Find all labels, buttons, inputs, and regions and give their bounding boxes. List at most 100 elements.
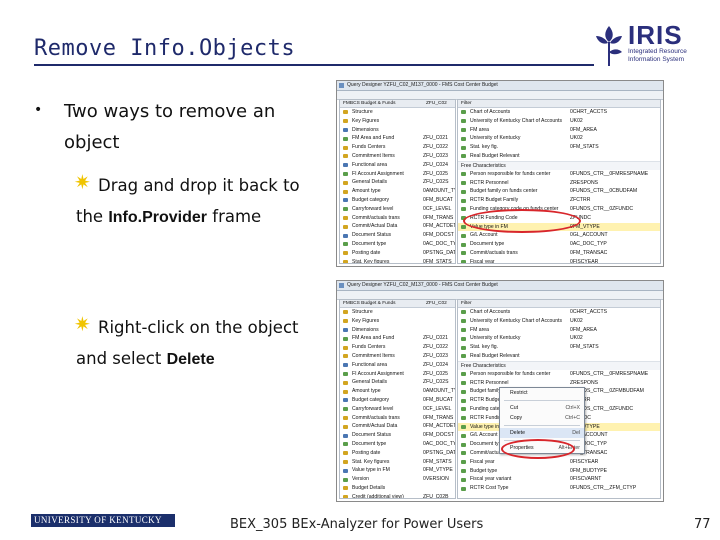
- characteristic-icon: [461, 198, 466, 203]
- menu-item-label: Restrict: [510, 390, 528, 396]
- sub-bullet-drag: ✷ Drag and drop it back to the Info.Prov…: [74, 170, 316, 233]
- tree-item[interactable]: FI Account Assignment ZFU_C025: [340, 370, 455, 379]
- tree-item[interactable]: Dimensions: [340, 326, 455, 335]
- tree-item[interactable]: Carryforward level 0CF_LEVEL: [340, 205, 455, 214]
- filter-item[interactable]: FM area 0FM_AREA: [458, 126, 660, 135]
- tree-item[interactable]: Version 0VERSION: [340, 475, 455, 484]
- characteristic-icon: [461, 136, 466, 141]
- tree-item[interactable]: FM Area and Fund ZFU_C021: [340, 334, 455, 343]
- tree-item[interactable]: Amount type 0AMOUNT_TYPE: [340, 387, 455, 396]
- item-technical-name: ZFU_C02S: [423, 379, 449, 386]
- tree-item[interactable]: Document type 0AC_DOC_TYP: [340, 240, 455, 249]
- tree-item[interactable]: Credit (additional view) ZFU_C02B: [340, 493, 455, 498]
- filter-item[interactable]: Document type 0AC_DOC_TYP: [458, 240, 660, 249]
- item-label: RCTR Budget Family: [470, 197, 519, 204]
- item-label: Carryforward level: [352, 205, 394, 212]
- item-label: Budget category: [352, 396, 390, 403]
- tree-item[interactable]: FI Account Assignment ZFU_C025: [340, 170, 455, 179]
- characteristic-icon: [461, 260, 466, 263]
- filter-item[interactable]: Stat. key fig. 0FM_STATS: [458, 143, 660, 152]
- filter-item[interactable]: Real Budget Relevant: [458, 352, 660, 361]
- infoprovider-pane[interactable]: FMBCS Budget & Funds ZFU_C02 Structure Key…: [339, 299, 456, 499]
- tree-item[interactable]: Amount type 0AMOUNT_TYPE: [340, 187, 455, 196]
- item-label: Posting date: [352, 449, 381, 456]
- tree-item[interactable]: Functional area ZFU_C024: [340, 161, 455, 170]
- tree-item[interactable]: General Details ZFU_C02S: [340, 378, 455, 387]
- menu-item-copy[interactable]: Copy Ctrl+C: [500, 413, 584, 423]
- infoprovider-header: FMBCS Budget & Funds: [343, 301, 396, 306]
- filter-item[interactable]: G/L Account 0GL_ACCOUNT: [458, 231, 660, 240]
- tree-item[interactable]: Document type 0AC_DOC_TYP: [340, 440, 455, 449]
- footer-course: BEX_305 BEx-Analyzer for Power Users: [230, 517, 484, 532]
- item-label: Key Figures: [352, 317, 380, 324]
- filter-item[interactable]: Person responsible for funds center 0FUND…: [458, 170, 660, 179]
- characteristic-icon: [461, 154, 466, 159]
- tree-item[interactable]: Key Figures: [340, 317, 455, 326]
- tree-item[interactable]: Key Figures: [340, 117, 455, 126]
- tree-item[interactable]: Document Status 0FM_DOCST: [340, 431, 455, 440]
- tree-item[interactable]: Posting date 0PSTNG_DATE: [340, 449, 455, 458]
- tree-item[interactable]: Structure: [340, 308, 455, 317]
- menu-item-cut[interactable]: Cut Ctrl+X: [500, 403, 584, 413]
- characteristic-icon: [343, 345, 348, 350]
- filter-item[interactable]: University of Kentucky UK02: [458, 334, 660, 343]
- infoprovider-pane[interactable]: FMBCS Budget & Funds ZFU_C02 Structure Key…: [339, 99, 456, 264]
- filter-item[interactable]: Chart of Accounts 0CHRT_ACCTS: [458, 108, 660, 117]
- filter-item[interactable]: University of Kentucky Chart of Accounts…: [458, 117, 660, 126]
- filter-item[interactable]: RCTR Cost Type 0FUNDS_CTR__ZFM_CTYP: [458, 484, 660, 493]
- tree-item[interactable]: Carryforward level 0CF_LEVEL: [340, 405, 455, 414]
- item-technical-name: UK02: [570, 317, 583, 324]
- tree-item[interactable]: FM Area and Fund ZFU_C021: [340, 134, 455, 143]
- item-label: Funds Centers: [352, 344, 386, 351]
- tree-item[interactable]: Funds Centers ZFU_C022: [340, 143, 455, 152]
- tree-item[interactable]: Budget Details: [340, 484, 455, 493]
- item-technical-name: ZFU_C025: [423, 170, 448, 177]
- filter-item[interactable]: Budget type 0FM_BUDTYPE: [458, 467, 660, 476]
- characteristic-icon: [461, 345, 466, 350]
- menu-item-shortcut: Ctrl+C: [565, 415, 580, 421]
- tree-item[interactable]: Commit/Actual Data 0FM_ACTDET: [340, 422, 455, 431]
- menu-item-restrict[interactable]: Restrict: [500, 388, 584, 398]
- tree-item[interactable]: Structure: [340, 108, 455, 117]
- tree-item[interactable]: Value type in FM 0FM_VTYPE: [340, 466, 455, 475]
- tree-item[interactable]: Commitment Items ZFU_C023: [340, 152, 455, 161]
- characteristic-icon: [343, 363, 348, 368]
- item-label: Version: [352, 476, 369, 483]
- tree-item[interactable]: Budget category 0FM_BUCAT: [340, 396, 455, 405]
- tree-item[interactable]: Commitment Items ZFU_C023: [340, 352, 455, 361]
- item-label: G/L Account: [470, 432, 498, 439]
- filter-item[interactable]: Real Budget Relevant: [458, 152, 660, 161]
- filter-item[interactable]: RCTR Budget Family ZFCTRR: [458, 196, 660, 205]
- filter-item[interactable]: University of Kentucky Chart of Accounts…: [458, 317, 660, 326]
- tree-item[interactable]: Dimensions: [340, 126, 455, 135]
- filter-item[interactable]: Person responsible for funds center 0FUND…: [458, 370, 660, 379]
- tree-item[interactable]: Budget category 0FM_BUCAT: [340, 196, 455, 205]
- characteristic-icon: [343, 242, 348, 247]
- tree-item[interactable]: Document Status 0FM_DOCST: [340, 231, 455, 240]
- star-bullet-icon: ✷: [74, 312, 91, 336]
- item-label: Chart of Accounts: [470, 109, 511, 115]
- filter-item[interactable]: Budget family on funds center 0FUNDS_CTR_…: [458, 187, 660, 196]
- menu-item-delete[interactable]: Delete Del: [500, 428, 584, 438]
- characteristic-icon: [343, 127, 348, 132]
- filter-item[interactable]: Stat. key fig. 0FM_STATS: [458, 343, 660, 352]
- characteristic-icon: [343, 459, 348, 464]
- tree-item[interactable]: Stat. Key figures 0FM_STATS: [340, 458, 455, 467]
- tree-item[interactable]: Funds Centers ZFU_C022: [340, 343, 455, 352]
- filter-item[interactable]: Commit/actuals trans 0FM_TRANSAC: [458, 249, 660, 258]
- tree-item[interactable]: Posting date 0PSTNG_DATE: [340, 249, 455, 258]
- filter-item[interactable]: FM area 0FM_AREA: [458, 326, 660, 335]
- tree-item[interactable]: Functional area ZFU_C024: [340, 361, 455, 370]
- tree-item[interactable]: Stat. Key figures 0FM_STATS: [340, 258, 455, 263]
- tree-item[interactable]: General Details ZFU_C02S: [340, 178, 455, 187]
- tree-item[interactable]: Commit/Actual Data 0FM_ACTDET: [340, 222, 455, 231]
- filter-item[interactable]: Chart of Accounts 0CHRT_ACCTS: [458, 308, 660, 317]
- tree-item[interactable]: Commit/actuals trans 0FM_TRANS: [340, 414, 455, 423]
- filter-item[interactable]: University of Kentucky UK02: [458, 134, 660, 143]
- filter-item[interactable]: Fiscal year variant 0FISCVARNT: [458, 475, 660, 484]
- filter-item[interactable]: Fiscal year 0FISCYEAR: [458, 458, 660, 467]
- tree-item[interactable]: Commit/actuals trans 0FM_TRANS: [340, 214, 455, 223]
- filter-item[interactable]: Fiscal year 0FISCYEAR: [458, 258, 660, 263]
- filter-item[interactable]: RCTR Personnel ZRESPONS: [458, 179, 660, 188]
- filter-pane[interactable]: Filter Chart of Accounts 0CHRT_ACCTS Unive…: [457, 99, 661, 264]
